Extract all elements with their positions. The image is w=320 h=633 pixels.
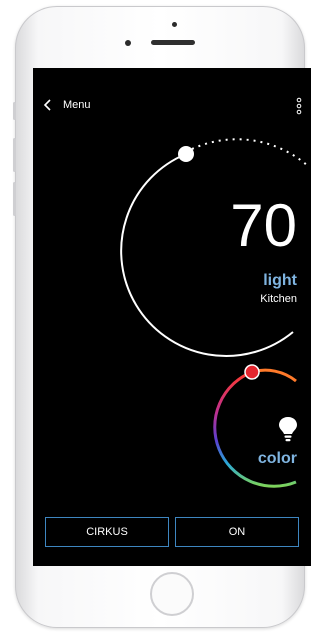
- volume-up-button: [13, 138, 16, 172]
- brightness-knob[interactable]: [178, 146, 194, 162]
- app-screen: Menu 70 light Kitchen color CIRKUS ON: [33, 68, 311, 566]
- brightness-track-dotted: [191, 138, 309, 167]
- earpiece-speaker: [151, 40, 195, 45]
- brightness-value: 70: [230, 192, 297, 259]
- power-on-button[interactable]: ON: [175, 517, 299, 547]
- scene-button[interactable]: CIRKUS: [45, 517, 169, 547]
- lightbulb-icon: [279, 417, 297, 442]
- mute-switch: [13, 102, 16, 120]
- dial-graphics: [120, 138, 309, 488]
- mode-label: light: [263, 272, 297, 289]
- front-sensor: [172, 22, 177, 27]
- color-label: color: [257, 450, 297, 467]
- front-camera: [125, 40, 131, 46]
- color-knob[interactable]: [244, 364, 260, 380]
- home-button[interactable]: [150, 572, 194, 616]
- room-label: Kitchen: [260, 293, 297, 305]
- volume-down-button: [13, 182, 16, 216]
